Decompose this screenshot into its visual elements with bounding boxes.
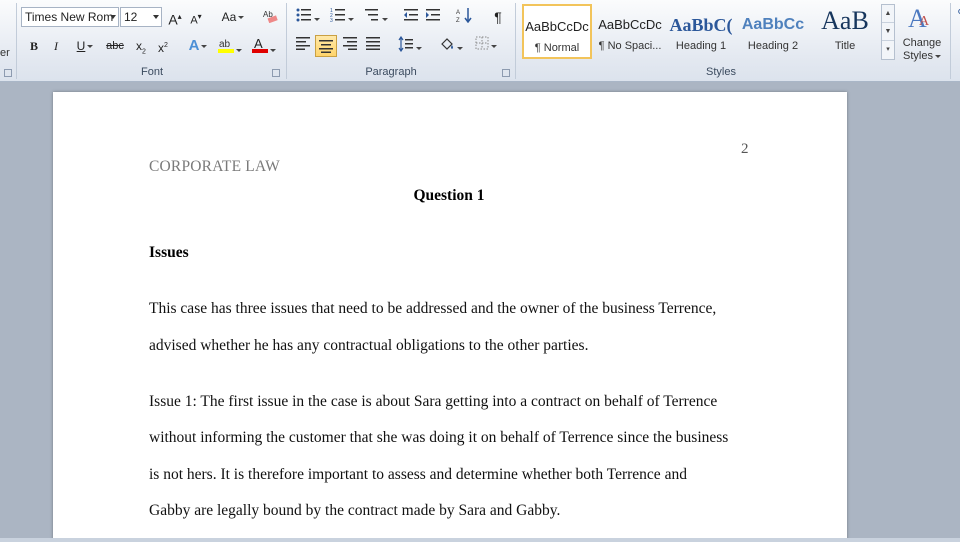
styles-group-label: Styles [706, 66, 736, 78]
ribbon: er Times New Rom 12 A▴ A▾ Aa Ab B I U ab… [0, 0, 960, 82]
change-styles-button[interactable]: AA Change Styles [900, 3, 944, 63]
style-preview: AaBbCc [741, 16, 805, 33]
style-heading-2[interactable]: AaBbCc Heading 2 [738, 4, 808, 59]
style-heading-1[interactable]: AaBbC( Heading 1 [666, 4, 736, 59]
increase-indent-button[interactable] [424, 7, 442, 27]
shading-button[interactable] [437, 36, 465, 56]
styles-gallery-scroll[interactable]: ▲ ▼ ▾ [881, 4, 895, 60]
body-line: Issue 1: The first issue in the case is … [149, 393, 718, 410]
style-preview: AaB [821, 6, 869, 35]
font-size-combo[interactable]: 12 [120, 7, 162, 27]
underline-button[interactable]: U [70, 36, 100, 56]
align-center-icon [319, 40, 333, 53]
highlight-button[interactable]: ab [216, 36, 244, 56]
svg-text:3: 3 [330, 18, 333, 23]
clipboard-group-partial-label: er [0, 47, 10, 59]
change-styles-icon: AA [908, 4, 930, 33]
style-preview: AaBbCcDc [525, 19, 589, 34]
highlighter-icon: ab [218, 39, 234, 53]
style-name: Title [834, 40, 856, 52]
subscript-button[interactable]: x2 [132, 36, 150, 56]
paragraph-group-label: Paragraph [365, 66, 417, 78]
borders-button[interactable] [472, 36, 500, 56]
status-bar-edge [0, 538, 960, 542]
chevron-down-icon[interactable]: ▼ [882, 23, 894, 41]
font-group-label: Font [140, 66, 163, 78]
clipboard-dialog-launcher[interactable] [4, 69, 12, 77]
chevron-down-icon[interactable] [153, 15, 159, 19]
show-formatting-button[interactable]: ¶ [489, 7, 507, 27]
paint-bucket-icon [441, 38, 453, 50]
style-name: Heading 1 [675, 40, 727, 52]
style-title[interactable]: AaB Title [810, 4, 880, 59]
decrease-indent-button[interactable] [402, 7, 420, 27]
sort-az-icon: AZ [456, 8, 472, 24]
bullet-list-icon [296, 8, 311, 22]
style-preview: AaBbC( [669, 15, 733, 35]
align-left-button[interactable] [294, 36, 312, 56]
increase-indent-icon [426, 9, 440, 21]
svg-text:A: A [254, 36, 263, 51]
line-spacing-button[interactable] [396, 35, 424, 56]
eraser-icon: Ab [263, 10, 278, 24]
multilevel-list-button[interactable] [362, 7, 390, 27]
font-family-combo[interactable]: Times New Rom [21, 7, 119, 27]
question-title: Question 1 [413, 187, 485, 204]
font-size-value: 12 [124, 10, 138, 24]
strikethrough-button[interactable]: abc [106, 36, 124, 56]
font-color-icon: A [252, 36, 268, 53]
style-no-spacing[interactable]: AaBbCcDc ¶ No Spaci... [595, 4, 665, 59]
style-preview: AaBbCcDc [598, 17, 662, 32]
body-line: This case has three issues that need to … [149, 300, 717, 317]
sort-button[interactable]: AZ [455, 7, 473, 27]
gallery-more-icon[interactable]: ▾ [882, 41, 894, 59]
svg-text:ab: ab [219, 39, 231, 50]
multilevel-list-icon [365, 9, 378, 21]
align-right-icon [343, 37, 357, 50]
bullets-button[interactable] [294, 7, 322, 27]
align-center-button[interactable] [315, 35, 337, 57]
page-number: 2 [741, 141, 749, 157]
running-header: CORPORATE LAW [149, 158, 280, 175]
superscript-button[interactable]: x2 [154, 36, 172, 56]
body-line: Gabby are legally bound by the contract … [149, 502, 561, 519]
numbering-button[interactable]: 123 [328, 7, 356, 27]
body-line: is not hers. It is therefore important t… [149, 466, 687, 483]
borders-icon [475, 36, 489, 50]
chevron-up-icon[interactable]: ▲ [882, 5, 894, 23]
numbered-list-icon: 123 [330, 8, 345, 24]
ribbon-separator [950, 3, 951, 79]
italic-button[interactable]: I [47, 36, 65, 56]
find-icon[interactable]: ⚲ [952, 4, 960, 24]
align-right-button[interactable] [341, 36, 359, 56]
clear-formatting-button[interactable]: Ab [260, 7, 280, 27]
issues-heading: Issues [149, 244, 189, 261]
bold-button[interactable]: B [25, 36, 43, 56]
decrease-indent-icon [404, 9, 418, 21]
text-effects-button[interactable]: A [185, 36, 211, 56]
change-case-button[interactable]: Aa [220, 7, 246, 27]
font-color-button[interactable]: A [250, 36, 278, 56]
shrink-font-button[interactable]: A▾ [187, 7, 205, 27]
change-styles-label-2: Styles [903, 50, 933, 62]
justify-button[interactable] [364, 36, 382, 56]
line-spacing-icon [398, 35, 413, 53]
style-name: Heading 2 [747, 40, 799, 52]
font-dialog-launcher[interactable] [272, 69, 280, 77]
grow-font-button[interactable]: A▴ [166, 7, 184, 28]
style-name: ¶ No Spaci... [598, 40, 662, 52]
chevron-down-icon[interactable] [110, 15, 116, 19]
style-normal[interactable]: AaBbCcDc ¶ Normal [522, 4, 592, 59]
svg-text:A: A [456, 10, 460, 16]
font-family-value: Times New Rom [25, 10, 114, 24]
paragraph-dialog-launcher[interactable] [502, 69, 510, 77]
justify-icon [366, 37, 380, 50]
style-name: ¶ Normal [534, 42, 580, 54]
body-line: advised whether he has any contractual o… [149, 337, 589, 354]
svg-text:Z: Z [456, 18, 460, 23]
align-left-icon [296, 37, 310, 50]
svg-text:A: A [919, 14, 930, 29]
body-line: without informing the customer that she … [149, 429, 729, 446]
change-styles-label-1: Change [902, 37, 942, 49]
